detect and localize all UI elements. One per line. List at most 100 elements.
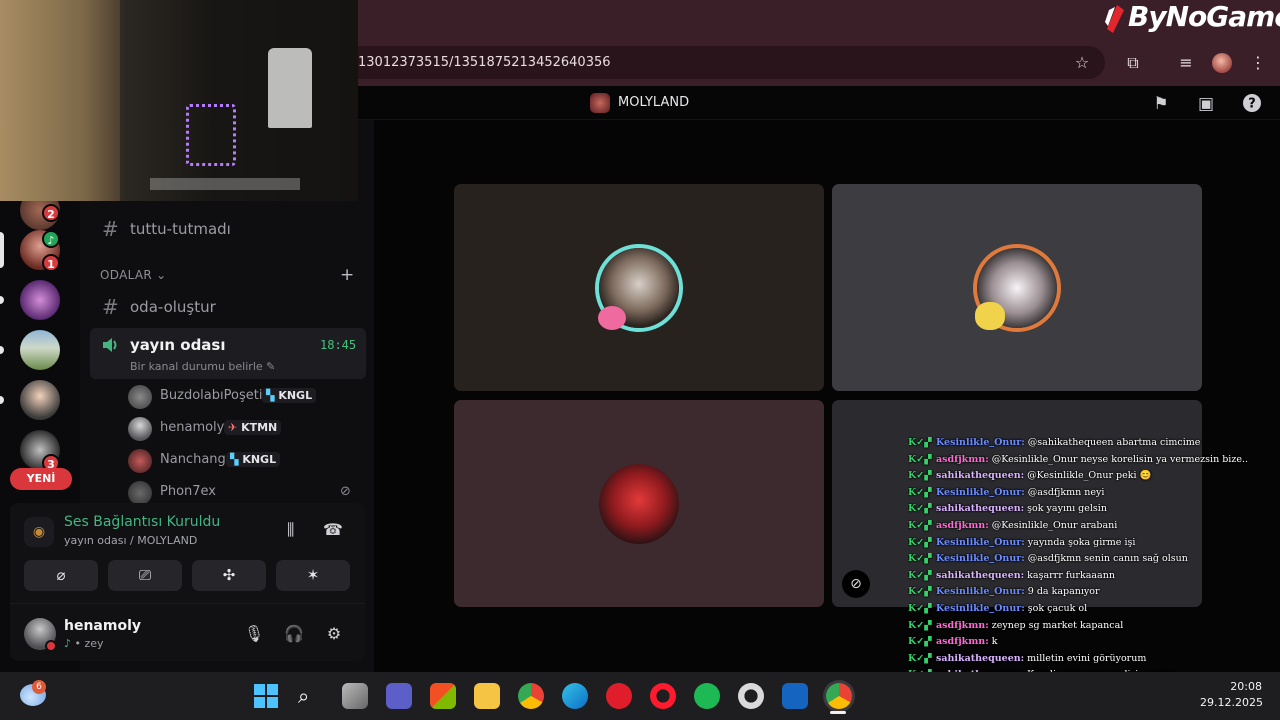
voice-user-name: Nanchang [160,452,226,467]
voice-user[interactable]: Phon7ex ⊘ [128,481,358,505]
voice-speaker-icon: ♪ [42,230,60,248]
category-label: ODALAR [100,268,152,282]
voice-user-name: BuzdolabıPoşeti [160,388,263,403]
chat-message: K✓▞ sahikathequeen: milletin evini görüyo… [908,653,1248,670]
clan-tag: ✈ KTMN [224,420,282,435]
selected-indicator [0,232,4,268]
menu-kebab-icon[interactable]: ⋮ [1247,52,1269,74]
headphones-icon[interactable]: 🎧 [282,622,306,646]
chat-text: @asdfjkmn neyi [1024,486,1105,498]
webcam-overlay [0,0,358,201]
help-icon[interactable]: ? [1241,93,1263,115]
pencil-icon: ✎ [266,360,276,373]
chat-text: 9 da kapanıyor [1024,586,1100,598]
chat-username: Kesinlikle_Onur: [936,486,1025,498]
video-tile[interactable] [454,184,824,391]
chat-message: K✓▞ asdfjkmn: k [908,636,1248,653]
store-icon[interactable] [430,683,456,709]
chrome-icon[interactable] [518,683,544,709]
avatar [128,417,152,441]
chat-username: Kesinlikle_Onur: [936,437,1025,448]
youtube-icon[interactable] [606,683,632,709]
participant-avatar [599,464,679,544]
chat-text: @asdfjkmn senin canın sağ olsun [1024,553,1188,565]
noise-suppression-icon[interactable]: ⫼ [287,520,294,540]
video-tile[interactable] [832,184,1202,391]
flag-icon[interactable]: ⚑ [1150,93,1172,115]
chat-text: şok yayını gelsin [1024,503,1107,515]
duck-decoration-icon [975,302,1005,330]
signal-icon[interactable]: ◉ [24,517,54,547]
clock-date[interactable]: 29.12.2025 [1200,696,1263,709]
chat-text: @sahikathequeen abartma cimcime [1024,437,1201,448]
voice-connection-location: yayın odası / MOLYLAND [64,534,198,547]
chat-text: milletin evini görüyorum [1024,652,1147,664]
settings-gear-icon[interactable]: ⚙ [322,622,346,646]
server-item[interactable] [20,330,60,370]
profile-avatar[interactable] [1212,53,1232,73]
channel-tuttu-tutmadi[interactable]: tuttu-tutmadı [130,220,231,238]
chat-badge-icon: K✓▞ [908,503,932,515]
voice-user[interactable]: henamoly ✈ KTMN [128,417,328,441]
server-item[interactable] [20,280,60,320]
teams-icon[interactable] [386,683,412,709]
chat-badge-icon: K✓▞ [908,586,932,598]
channel-status-prompt[interactable]: Bir kanal durumu belirle ✎ [130,360,275,373]
voice-user[interactable]: BuzdolabıPoşeti ▚ KNGL [128,385,328,409]
chat-username: sahikathequeen: [936,503,1025,515]
chat-message: K✓▞ Kesinlikle_Onur: yayında şoka girme i… [908,537,1248,554]
new-badge[interactable]: YENİ [10,468,72,490]
avatar [128,385,152,409]
chat-username: Kesinlikle_Onur: [936,586,1025,598]
username: henamoly [64,618,142,634]
screen-share-button[interactable]: ⎚ [108,560,182,591]
channel-status-text: Bir kanal durumu belirle [130,360,263,373]
inbox-icon[interactable]: ▣ [1195,93,1217,115]
chat-badge-icon: K✓▞ [908,652,932,664]
chat-text: k [988,636,998,648]
user-status: ♪ • zey [64,637,104,650]
voice-connection-status[interactable]: Ses Bağlantısı Kuruldu [64,514,220,530]
jersey [268,48,312,128]
server-item[interactable] [20,380,60,420]
chat-text: zeynep sg market kapancal [988,619,1124,631]
microphone-icon[interactable]: 🎙 [242,622,266,646]
add-channel-icon[interactable]: + [340,265,354,285]
voice-user[interactable]: Nanchang ▚ KNGL [128,449,328,473]
clan-tag: ▚ KNGL [262,388,317,403]
extensions-icon[interactable]: ⧉ [1122,52,1144,74]
video-tile[interactable] [454,400,824,607]
chat-text: şok çacuk ol [1024,602,1088,614]
disconnect-icon[interactable]: ☎ [323,520,343,539]
weather-badge: 6 [32,680,46,694]
clock-time[interactable]: 20:08 [1200,680,1262,693]
screen: 13012373515/1351875213452640356 ☆ ⧉ ≡ ⋮ … [0,0,1280,720]
app-icon[interactable] [782,683,808,709]
unread-badge: 1 [42,254,60,272]
camera-off-button[interactable]: ⌀ [24,560,98,591]
chat-badge-icon: K✓▞ [908,486,932,498]
chevron-down-icon: ⌄ [156,268,167,282]
soundboard-button[interactable]: ✶ [276,560,350,591]
opera-icon[interactable] [650,683,676,709]
file-explorer-icon[interactable] [474,683,500,709]
obs-icon[interactable] [738,683,764,709]
edge-icon[interactable] [562,683,588,709]
bookmark-star-icon[interactable]: ☆ [1071,52,1093,74]
activities-button[interactable]: ✣ [192,560,266,591]
media-controls-icon[interactable]: ≡ [1175,52,1197,74]
search-icon[interactable]: ⌕ [298,684,309,708]
chrome-active-icon[interactable] [826,683,852,709]
task-view-icon[interactable] [342,683,368,709]
category-header[interactable]: ODALAR ⌄ [100,268,166,282]
avatar [128,449,152,473]
chat-message: K✓▞ Kesinlikle_Onur: @asdfjkmn senin canı… [908,553,1248,570]
channel-oda-olustur[interactable]: oda-oluştur [130,298,216,316]
chat-username: asdfjkmn: [936,519,989,531]
chat-message: K✓▞ Kesinlikle_Onur: @sahikathequeen abar… [908,437,1248,454]
voice-user-name: henamoly [160,420,225,435]
chat-username: asdfjkmn: [936,619,989,631]
muted-mic-icon: ⊘ [842,570,870,598]
windows-start-icon[interactable] [254,684,278,708]
spotify-icon[interactable] [694,683,720,709]
